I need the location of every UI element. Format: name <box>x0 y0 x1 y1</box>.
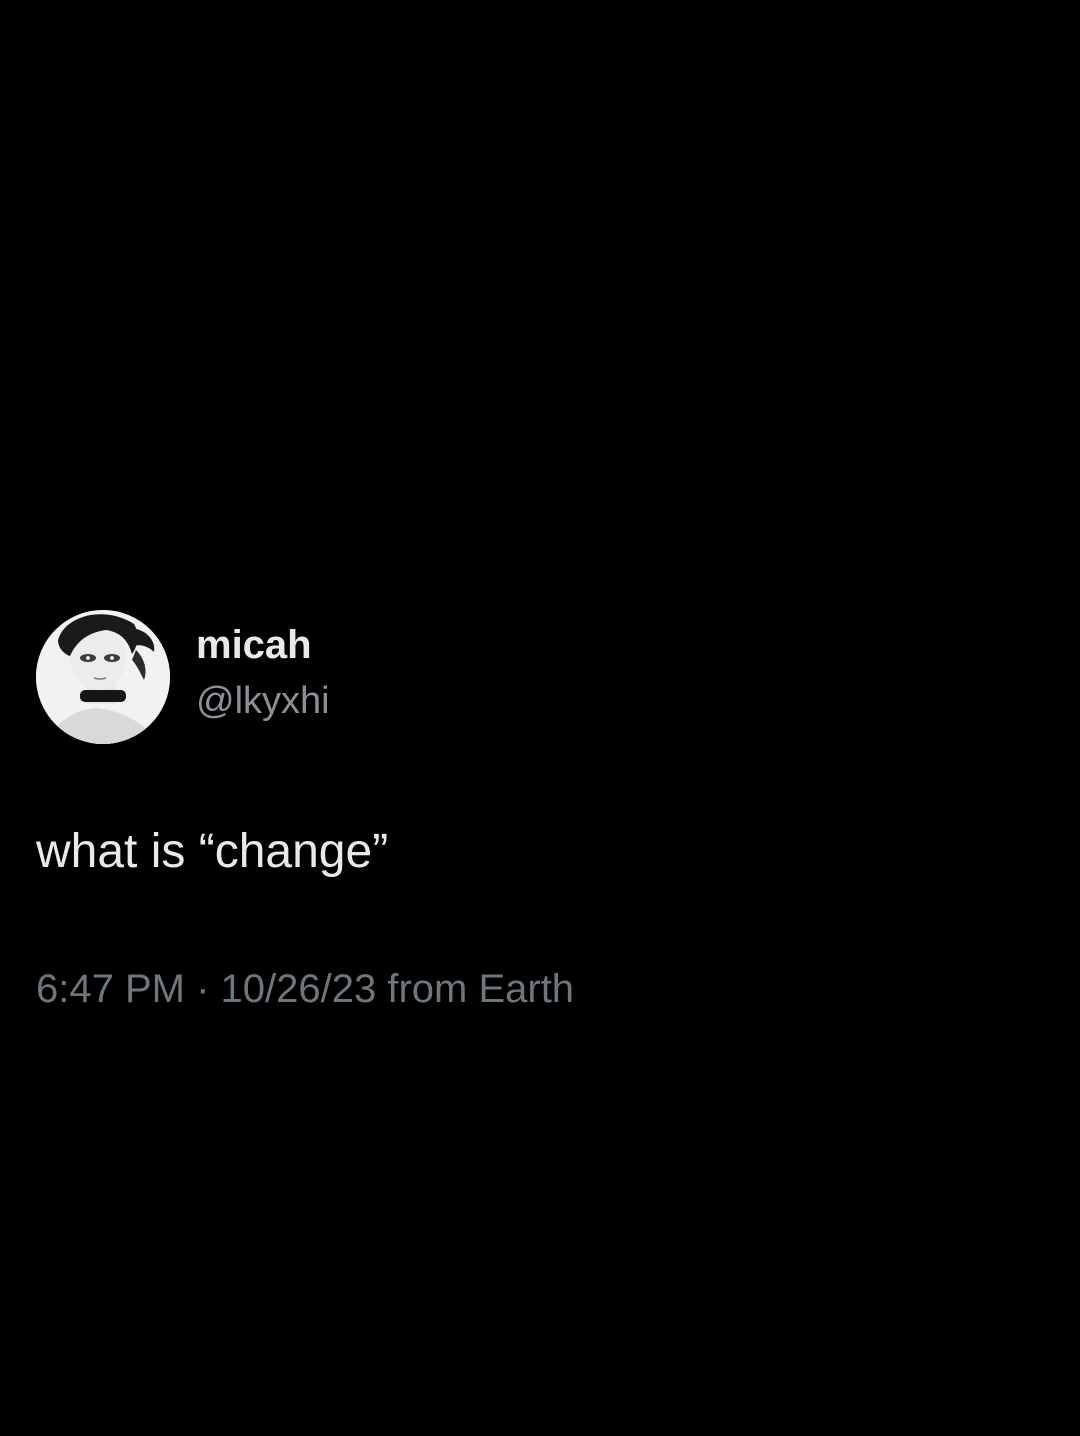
tweet-time[interactable]: 6:47 PM <box>36 967 185 1011</box>
tweet-date[interactable]: 10/26/23 <box>221 967 377 1011</box>
author-display-name[interactable]: micah <box>196 621 330 669</box>
tweet-text: what is “change” <box>36 825 389 878</box>
tweet-card: micah @lkyxhi what is “change” 6:47 PM ·… <box>36 610 1036 1014</box>
avatar-portrait-icon <box>36 610 170 744</box>
author-names: micah @lkyxhi <box>196 621 330 725</box>
tweet-source: from Earth <box>376 967 575 1011</box>
avatar[interactable] <box>36 610 170 744</box>
author-handle[interactable]: @lkyxhi <box>196 677 330 725</box>
tweet-meta: 6:47 PM · 10/26/23 from Earth <box>36 964 1036 1014</box>
meta-separator: · <box>184 967 221 1011</box>
tweet-header: micah @lkyxhi <box>36 610 1036 744</box>
